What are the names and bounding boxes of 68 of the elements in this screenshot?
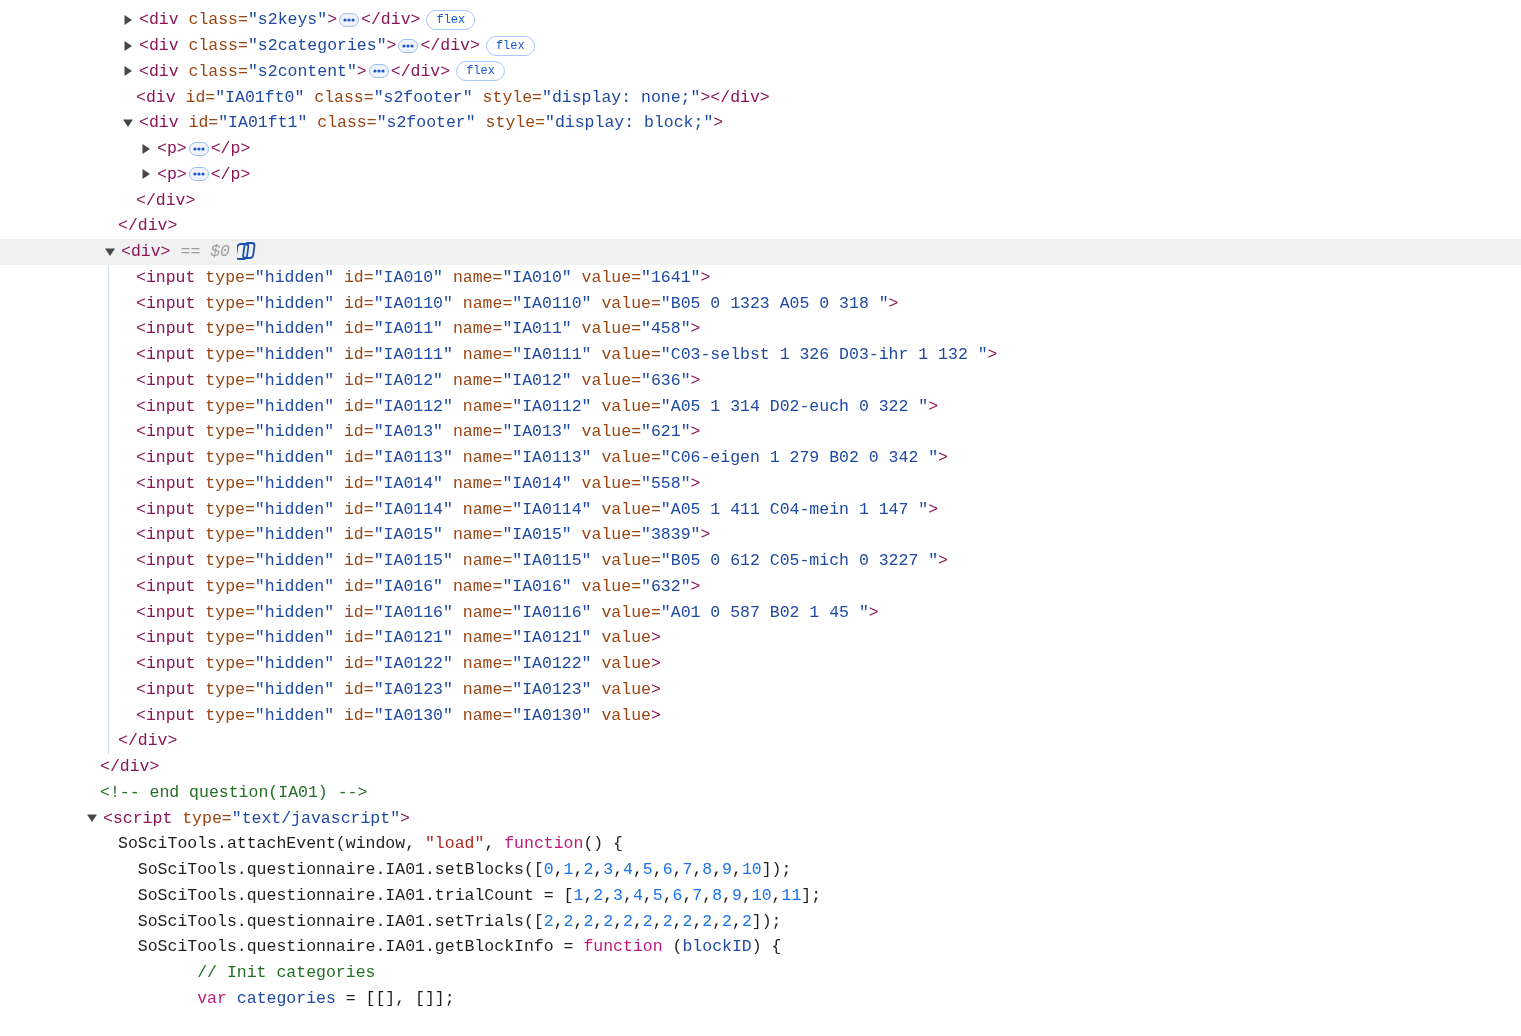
- caret-down-icon[interactable]: [105, 246, 115, 257]
- html-tag-line: <input type="hidden" id="IA013" name="IA013" value="621">: [136, 422, 701, 442]
- collapsed-content-button[interactable]: [188, 167, 209, 182]
- closing-tag: </div>: [100, 757, 160, 777]
- html-tag-line: <input type="hidden" id="IA0112" name="IA0112" value="A05 1 314 D02-euch 0 322 ">: [136, 396, 939, 416]
- collapsed-content-button[interactable]: [398, 38, 419, 53]
- ellipsis-icon: [402, 43, 415, 48]
- closing-tag: </div>: [136, 190, 196, 210]
- caret-right-icon[interactable]: [123, 40, 133, 51]
- collapsed-content-button[interactable]: [339, 12, 360, 27]
- html-tag-line: <input type="hidden" id="IA0115" name="IA0115" value="B05 0 612 C05-mich 0 3227 ">: [136, 551, 948, 571]
- caret-down-icon[interactable]: [123, 117, 133, 128]
- html-tag-line: <input type="hidden" id="IA0121" name="IA0121" value>: [136, 628, 661, 648]
- selected-node-row[interactable]: <div> == $0: [0, 238, 1521, 265]
- ellipsis-icon: [192, 146, 205, 151]
- script-code-line: var categories = [[], []];: [196, 988, 455, 1008]
- html-tag-line: <input type="hidden" id="IA0114" name="IA0114" value="A05 1 411 C04-mein 1 147 ">: [136, 499, 939, 519]
- collapsed-content-button[interactable]: [368, 64, 389, 79]
- closing-tag: </div>: [118, 731, 178, 751]
- html-tag-line: <input type="hidden" id="IA0110" name="IA0110" value="B05 0 1323 A05 0 318 ">: [136, 293, 899, 313]
- html-tag-line: <input type="hidden" id="IA010" name="IA010" value="1641">: [136, 267, 711, 287]
- caret-right-icon[interactable]: [141, 169, 151, 180]
- html-tag-line: <input type="hidden" id="IA014" name="IA014" value="558">: [136, 473, 701, 493]
- caret-right-icon[interactable]: [123, 14, 133, 25]
- flex-badge[interactable]: flex: [456, 61, 505, 82]
- closing-tag: </div>: [118, 216, 178, 236]
- html-tag-line: <input type="hidden" id="IA0122" name="IA0122" value>: [136, 654, 661, 674]
- opening-tag: <script type="text/javascript">: [103, 808, 410, 828]
- closing-tag: </div>: [361, 10, 421, 30]
- closing-tag: </p>: [210, 164, 251, 184]
- ellipsis-icon: [372, 69, 385, 74]
- html-tag-line: <input type="hidden" id="IA011" name="IA011" value="458">: [136, 319, 701, 339]
- html-tag-line: <input type="hidden" id="IA016" name="IA016" value="632">: [136, 576, 701, 596]
- opening-tag: <div class="s2categories">: [139, 36, 397, 56]
- opening-tag: <div id="IA01ft1" class="s2footer" style="display: block;">: [139, 113, 724, 133]
- html-tag-line: <input type="hidden" id="IA0130" name="IA0130" value>: [136, 705, 661, 725]
- html-tag-line: <input type="hidden" id="IA0111" name="IA0111" value="C03-selbst 1 326 D03-ihr 1 132 ">: [136, 345, 998, 365]
- script-code-line: SoSciTools.questionnaire.IA01.setTrials([2,2,2,2,2,2,2,2,2,2,2]);: [136, 911, 782, 931]
- script-code-line: SoSciTools.questionnaire.IA01.getBlockInfo = function (blockID) {: [136, 937, 782, 957]
- html-tag-line: <input type="hidden" id="IA0116" name="IA0116" value="A01 0 587 B02 1 45 ">: [136, 602, 879, 622]
- opening-tag: <p>: [157, 139, 187, 159]
- overlapping-squares-icon[interactable]: [237, 242, 258, 262]
- caret-right-icon[interactable]: [123, 66, 133, 77]
- script-code-line: SoSciTools.attachEvent(window, "load", function() {: [118, 834, 623, 854]
- flex-badge[interactable]: flex: [426, 9, 476, 30]
- script-code-line: SoSciTools.questionnaire.IA01.trialCount = [1,2,3,4,5,6,7,8,9,10,11];: [136, 885, 822, 905]
- closing-tag: </p>: [210, 139, 251, 159]
- html-tag-line: <input type="hidden" id="IA0113" name="IA0113" value="C06-eigen 1 279 B02 0 342 ">: [136, 448, 948, 468]
- flex-badge[interactable]: flex: [485, 35, 535, 56]
- closing-tag: </div>: [420, 36, 480, 56]
- html-tag-line: <input type="hidden" id="IA0123" name="IA0123" value>: [136, 679, 661, 699]
- opening-tag: <div>: [121, 242, 171, 262]
- html-comment: <!-- end question(IA01) -->: [100, 782, 368, 802]
- html-tag-line: <input type="hidden" id="IA015" name="IA015" value="3839">: [136, 525, 711, 545]
- collapsed-content-button[interactable]: [188, 141, 209, 156]
- closing-tag: </div>: [390, 61, 451, 81]
- script-code-line: // Init categories: [196, 963, 376, 983]
- ellipsis-icon: [343, 17, 356, 22]
- selected-node-marker: == $0: [180, 242, 231, 262]
- opening-tag: <p>: [157, 164, 187, 184]
- script-code-line: SoSciTools.questionnaire.IA01.setBlocks([0,1,2,3,4,5,6,7,8,9,10]);: [136, 860, 792, 880]
- ellipsis-icon: [192, 172, 205, 177]
- html-tag-line: <div id="IA01ft0" class="s2footer" style="display: none;"></div>: [136, 87, 770, 107]
- html-tag-line: <input type="hidden" id="IA012" name="IA012" value="636">: [136, 370, 701, 390]
- caret-down-icon[interactable]: [87, 813, 97, 824]
- opening-tag: <div class="s2content">: [139, 61, 367, 81]
- opening-tag: <div class="s2keys">: [139, 10, 338, 30]
- caret-right-icon[interactable]: [141, 143, 151, 154]
